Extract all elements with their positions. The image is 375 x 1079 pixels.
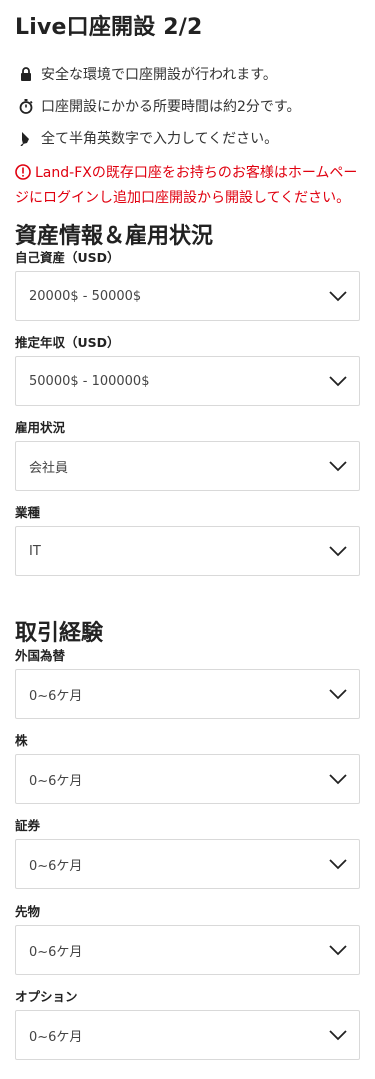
info-duration: 口座開設にかかる所要時間は約2分です。	[17, 96, 301, 116]
stopwatch-icon	[17, 97, 35, 115]
info-secure-text: 安全な環境で口座開設が行われます。	[41, 67, 277, 83]
select-annual-income[interactable]: 50000$ - 100000$	[15, 356, 360, 406]
chevron-down-icon	[329, 688, 347, 700]
select-industry[interactable]: IT	[15, 526, 360, 576]
section-title-experience: 取引経験	[15, 621, 104, 646]
select-industry-value: IT	[29, 543, 41, 559]
select-stocks[interactable]: 0~6ケ月	[15, 754, 360, 804]
label-industry: 業種	[15, 505, 41, 520]
label-annual-income: 推定年収（USD）	[15, 335, 120, 350]
chevron-down-icon	[329, 290, 347, 302]
info-duration-text: 口座開設にかかる所要時間は約2分です。	[41, 99, 301, 115]
select-forex[interactable]: 0~6ケ月	[15, 669, 360, 719]
chevron-down-icon	[329, 858, 347, 870]
chevron-down-icon	[329, 1029, 347, 1041]
info-input-rule-text: 全て半角英数字で入力してください。	[41, 131, 279, 147]
notice-text: Land-FXの既存口座をお持ちのお客様はホームページにログインし追加口座開設か…	[15, 165, 358, 206]
select-options-value: 0~6ケ月	[29, 1029, 83, 1045]
chevron-down-icon	[329, 375, 347, 387]
existing-account-notice: Land-FXの既存口座をお持ちのお客様はホームページにログインし追加口座開設か…	[15, 162, 365, 209]
page-title: Live口座開設 2/2	[15, 15, 203, 40]
select-employment-status[interactable]: 会社員	[15, 441, 360, 491]
account-opening-form: Live口座開設 2/2 安全な環境で口座開設が行われます。 口座開設にかかる所…	[0, 0, 375, 1079]
info-input-rule: 全て半角英数字で入力してください。	[17, 128, 278, 148]
select-securities[interactable]: 0~6ケ月	[15, 839, 360, 889]
select-own-assets-value: 20000$ - 50000$	[29, 288, 142, 304]
label-stocks: 株	[15, 733, 28, 748]
chevron-down-icon	[329, 944, 347, 956]
chevron-down-icon	[329, 460, 347, 472]
label-securities: 証券	[15, 818, 41, 833]
select-futures-value: 0~6ケ月	[29, 944, 83, 960]
info-secure: 安全な環境で口座開設が行われます。	[17, 64, 277, 84]
lock-icon	[17, 65, 35, 83]
label-forex: 外国為替	[15, 648, 66, 663]
select-stocks-value: 0~6ケ月	[29, 773, 83, 789]
section-title-assets: 資産情報＆雇用状況	[15, 224, 214, 249]
select-futures[interactable]: 0~6ケ月	[15, 925, 360, 975]
alert-circle-icon	[15, 164, 31, 187]
label-own-assets: 自己資産（USD）	[15, 250, 120, 265]
label-options: オプション	[15, 989, 78, 1004]
label-employment-status: 雇用状況	[15, 420, 66, 435]
chevron-down-icon	[329, 773, 347, 785]
pen-icon	[17, 129, 35, 147]
select-own-assets[interactable]: 20000$ - 50000$	[15, 271, 360, 321]
label-futures: 先物	[15, 904, 41, 919]
select-employment-status-value: 会社員	[29, 460, 69, 476]
select-annual-income-value: 50000$ - 100000$	[29, 373, 150, 389]
chevron-down-icon	[329, 545, 347, 557]
select-securities-value: 0~6ケ月	[29, 858, 83, 874]
select-options[interactable]: 0~6ケ月	[15, 1010, 360, 1060]
select-forex-value: 0~6ケ月	[29, 688, 83, 704]
